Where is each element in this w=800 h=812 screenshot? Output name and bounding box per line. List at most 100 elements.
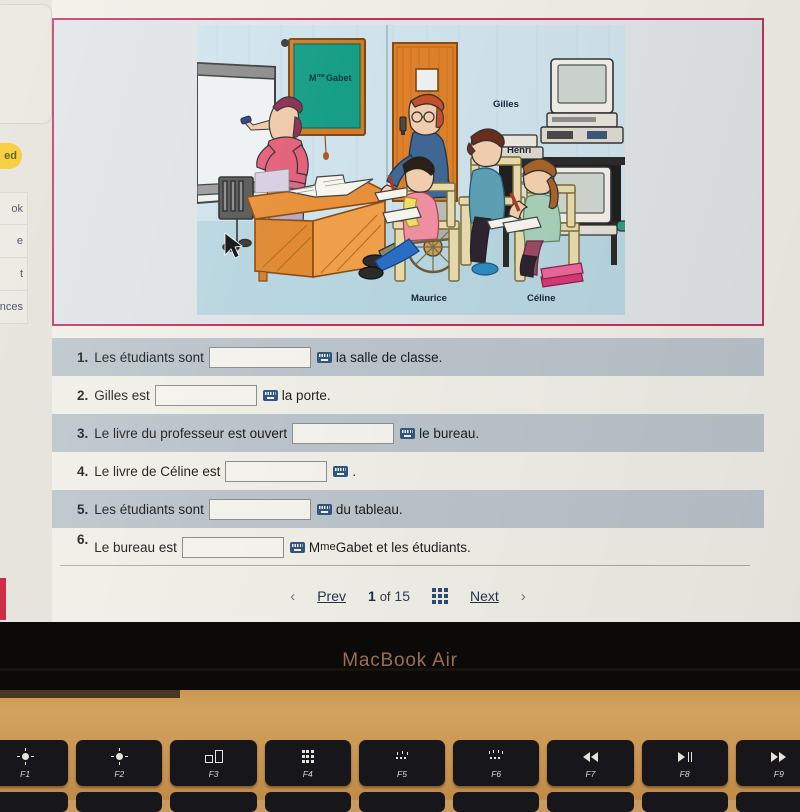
key-label: F9	[773, 768, 784, 779]
answer-input-1[interactable]	[208, 346, 311, 368]
keyboard-icon[interactable]	[262, 389, 278, 401]
prev-button[interactable]: Prev	[317, 588, 346, 604]
question-text-before: Le livre du professeur est ouvert	[94, 425, 288, 441]
keyboard-icon[interactable]	[316, 351, 332, 363]
key-row2-3[interactable]	[170, 792, 257, 812]
sidebar-menu: ok e t nces	[0, 192, 28, 324]
key-row2-7[interactable]	[547, 792, 634, 812]
key-row2-4[interactable]	[264, 792, 351, 812]
launchpad-icon	[301, 748, 314, 766]
label-gilles: Gilles	[493, 99, 519, 110]
key-f7[interactable]: F7	[547, 740, 634, 786]
keyboard-icon[interactable]	[289, 541, 305, 553]
brightness-down-icon	[16, 748, 29, 766]
mission-control-icon	[204, 748, 223, 766]
key-row2-5[interactable]	[358, 792, 446, 812]
key-f2[interactable]: F2	[76, 740, 163, 786]
key-f6[interactable]: F6	[453, 740, 540, 786]
question-text-after: la salle de classe.	[335, 349, 443, 365]
macbook-brand-label: MacBook Air	[342, 650, 458, 671]
key-label: F5	[397, 768, 407, 779]
hinge-shadow	[0, 690, 180, 698]
keyboard-icon[interactable]	[333, 465, 349, 477]
label-henri: Henri	[507, 145, 531, 156]
sidebar-item-2[interactable]: e	[0, 225, 28, 258]
question-text-before: Les étudiants sont	[94, 349, 204, 365]
question-number: 5.	[77, 501, 89, 517]
key-f9[interactable]: F9	[735, 740, 800, 786]
answer-input-5[interactable]	[208, 498, 311, 520]
key-label: F2	[114, 768, 125, 779]
key-label: F6	[491, 768, 502, 779]
rewind-icon	[582, 748, 598, 766]
key-f5[interactable]: F5	[358, 740, 446, 786]
sidebar-badge[interactable]: ed	[0, 143, 22, 169]
answer-input-6[interactable]	[181, 536, 284, 558]
question-row-2: 2. Gilles est la porte.	[52, 376, 764, 414]
question-number: 1.	[77, 349, 89, 365]
key-label: F1	[20, 768, 31, 779]
key-row2-1[interactable]	[0, 792, 69, 812]
key-f8[interactable]: F8	[641, 740, 728, 786]
question-text-before: Les étudiants sont	[94, 501, 204, 517]
grid-view-icon[interactable]	[432, 588, 448, 604]
question-text-before: Gilles est	[94, 387, 150, 403]
worksheet-page: M me Gabet Gilles Henri Maurice Céline 1…	[52, 0, 800, 622]
sidebar-item-1[interactable]: ok	[0, 192, 28, 225]
svg-text:Gabet: Gabet	[326, 73, 352, 83]
keyboard-backlight-down-icon	[393, 748, 411, 766]
key-f1[interactable]: F1	[0, 740, 69, 786]
keyboard-icon[interactable]	[316, 503, 332, 515]
key-row2-9[interactable]	[735, 792, 800, 812]
key-row2-6[interactable]	[453, 792, 540, 812]
question-text-after: la porte.	[281, 387, 331, 403]
classroom-illustration: M me Gabet Gilles Henri Maurice Céline	[197, 25, 625, 315]
key-row2-8[interactable]	[641, 792, 728, 812]
key-label: F8	[679, 768, 690, 779]
question-number: 4.	[77, 463, 89, 479]
key-label: F7	[585, 768, 596, 779]
madame-superscript: me	[320, 541, 336, 553]
question-number: 2.	[77, 387, 89, 403]
brightness-up-icon	[110, 748, 123, 766]
key-row2-2[interactable]	[76, 792, 163, 812]
chevron-right-icon[interactable]: ›	[521, 588, 526, 605]
footer-divider	[60, 565, 750, 566]
question-row-4: 4. Le livre de Céline est .	[52, 452, 764, 490]
question-text-after: M	[308, 539, 321, 555]
question-row-1: 1. Les étudiants sont la salle de classe…	[52, 338, 764, 376]
svg-text:M: M	[309, 73, 317, 83]
question-text-after: le bureau.	[419, 425, 480, 441]
function-key-row: F1 F2 F3 F4 F5 F6 F7 F8 F9	[0, 740, 800, 788]
key-f4[interactable]: F4	[264, 740, 351, 786]
question-row-5: 5. Les étudiants sont du tableau.	[52, 490, 764, 528]
fast-forward-icon	[771, 748, 787, 766]
question-text-before: Le livre de Céline est	[94, 463, 221, 479]
question-row-6: 6. Le bureau est Mme Gabet et les étudia…	[52, 528, 764, 566]
sidebar-red-marker	[0, 578, 6, 620]
answer-input-2[interactable]	[154, 384, 257, 406]
question-text-tail: Gabet et les étudiants.	[335, 539, 471, 555]
sidebar-card	[0, 4, 52, 124]
sidebar-item-3[interactable]: t	[0, 258, 28, 291]
chevron-left-icon[interactable]: ‹	[290, 588, 295, 605]
answer-input-4[interactable]	[225, 460, 328, 482]
key-f3[interactable]: F3	[170, 740, 257, 786]
classroom-scene-svg: M me Gabet Gilles Henri Maurice Céline	[197, 25, 625, 315]
label-celine: Céline	[527, 293, 556, 304]
next-button[interactable]: Next	[470, 588, 499, 604]
illustration-frame: M me Gabet Gilles Henri Maurice Céline	[52, 18, 764, 326]
sidebar-item-4[interactable]: nces	[0, 291, 28, 324]
sidebar: ed ok e t nces	[0, 0, 52, 622]
page-counter: 1 of 15	[368, 588, 410, 604]
laptop-screen: ed ok e t nces M me Gabet Gilles Henri M…	[0, 0, 800, 622]
number-key-row	[0, 792, 800, 812]
keyboard-icon[interactable]	[400, 427, 416, 439]
key-label: F3	[208, 768, 219, 779]
answer-input-3[interactable]	[292, 422, 395, 444]
pagination: ‹ Prev 1 of 15 Next ›	[52, 578, 764, 614]
label-maurice: Maurice	[411, 293, 447, 304]
question-text-after: du tableau.	[335, 501, 403, 517]
key-label: F4	[302, 768, 313, 779]
question-text-after: .	[352, 463, 357, 479]
